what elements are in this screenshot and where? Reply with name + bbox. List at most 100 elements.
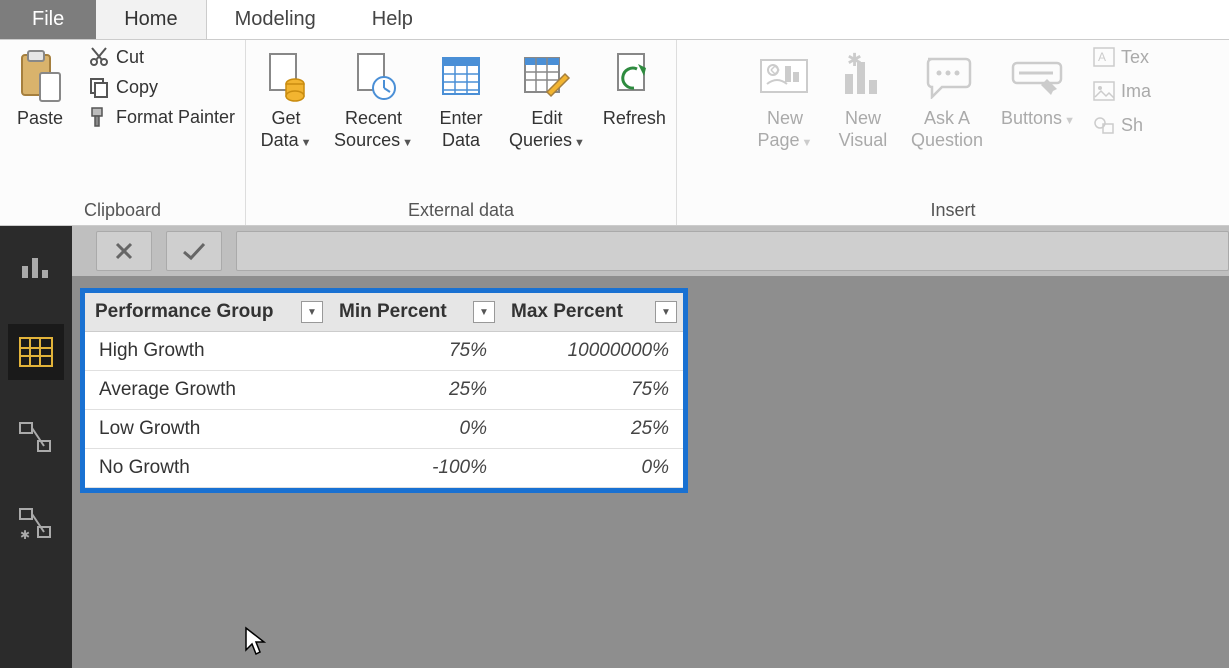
data-table: Performance Group ▼ Min Percent ▼ Max Pe… bbox=[80, 288, 688, 493]
enter-data-label: Enter Data bbox=[439, 108, 482, 151]
copy-label: Copy bbox=[116, 77, 158, 98]
copy-icon bbox=[88, 76, 110, 98]
column-header-max-label: Max Percent bbox=[511, 301, 623, 322]
refresh-button[interactable]: Refresh bbox=[603, 46, 666, 130]
side-nav: ✱ bbox=[0, 226, 72, 668]
new-page-icon bbox=[757, 46, 813, 106]
menu-file[interactable]: File bbox=[0, 0, 96, 39]
new-page-label: New Page bbox=[758, 108, 803, 150]
cell-min: 75% bbox=[329, 332, 501, 371]
model-view-alt-button[interactable]: ✱ bbox=[8, 496, 64, 552]
scissors-icon bbox=[88, 46, 110, 68]
cell-max: 10000000% bbox=[501, 332, 683, 371]
get-data-button[interactable]: Get Data▼ bbox=[256, 46, 316, 151]
cell-group: Low Growth bbox=[85, 410, 329, 449]
formula-cancel-button[interactable] bbox=[96, 231, 152, 271]
edit-queries-icon bbox=[521, 46, 573, 106]
table-row[interactable]: Low Growth 0% 25% bbox=[85, 410, 683, 449]
format-painter-button[interactable]: Format Painter bbox=[88, 106, 235, 128]
buttons-button[interactable]: Buttons▼ bbox=[1001, 46, 1075, 130]
text-box-icon: A bbox=[1093, 46, 1115, 68]
external-data-group-label: External data bbox=[408, 196, 514, 223]
image-icon bbox=[1093, 80, 1115, 102]
formula-commit-button[interactable] bbox=[166, 231, 222, 271]
ribbon: Paste Cut Copy bbox=[0, 40, 1229, 226]
column-filter-dropdown[interactable]: ▼ bbox=[473, 301, 495, 323]
svg-text:✱: ✱ bbox=[20, 528, 30, 541]
menu-home[interactable]: Home bbox=[96, 0, 206, 39]
cell-min: 0% bbox=[329, 410, 501, 449]
canvas-area: Performance Group ▼ Min Percent ▼ Max Pe… bbox=[72, 226, 1229, 668]
format-painter-label: Format Painter bbox=[116, 107, 235, 128]
cut-button[interactable]: Cut bbox=[88, 46, 235, 68]
paste-button[interactable]: Paste bbox=[10, 46, 70, 130]
new-visual-button[interactable]: ✱ New Visual bbox=[833, 46, 893, 151]
chat-bubble-icon bbox=[922, 46, 972, 106]
copy-button[interactable]: Copy bbox=[88, 76, 235, 98]
shapes-label: Sh bbox=[1121, 115, 1143, 136]
column-header-min-percent[interactable]: Min Percent ▼ bbox=[329, 293, 501, 332]
formula-bar bbox=[72, 226, 1229, 276]
new-page-button[interactable]: New Page▼ bbox=[755, 46, 815, 151]
cell-max: 25% bbox=[501, 410, 683, 449]
cell-max: 0% bbox=[501, 449, 683, 488]
formula-input[interactable] bbox=[236, 231, 1229, 271]
text-box-label: Tex bbox=[1121, 47, 1149, 68]
column-header-group-label: Performance Group bbox=[95, 301, 273, 322]
recent-sources-button[interactable]: Recent Sources▼ bbox=[334, 46, 413, 151]
recent-sources-icon bbox=[350, 46, 398, 106]
chevron-down-icon: ▼ bbox=[574, 137, 585, 149]
button-icon bbox=[1009, 46, 1067, 106]
chevron-down-icon: ▼ bbox=[1064, 115, 1075, 127]
paintbrush-icon bbox=[88, 106, 110, 128]
ask-question-label: Ask A Question bbox=[911, 108, 983, 151]
enter-data-button[interactable]: Enter Data bbox=[431, 46, 491, 151]
cell-group: Average Growth bbox=[85, 371, 329, 410]
cell-group: High Growth bbox=[85, 332, 329, 371]
column-header-max-percent[interactable]: Max Percent ▼ bbox=[501, 293, 683, 332]
cursor-icon bbox=[244, 626, 268, 663]
data-view-button[interactable] bbox=[8, 324, 64, 380]
ribbon-group-external-data: Get Data▼ Recent Sources▼ Enter Data Edi… bbox=[246, 40, 677, 225]
new-visual-label: New Visual bbox=[839, 108, 888, 151]
workspace: ✱ Performance Group ▼ bbox=[0, 226, 1229, 668]
menu-help[interactable]: Help bbox=[344, 0, 441, 39]
report-view-button[interactable] bbox=[8, 238, 64, 294]
new-visual-icon: ✱ bbox=[839, 46, 887, 106]
paste-label: Paste bbox=[17, 108, 63, 130]
image-label: Ima bbox=[1121, 81, 1151, 102]
edit-queries-button[interactable]: Edit Queries▼ bbox=[509, 46, 585, 151]
enter-data-icon bbox=[437, 46, 485, 106]
ribbon-group-clipboard: Paste Cut Copy bbox=[0, 40, 246, 225]
buttons-label: Buttons bbox=[1001, 108, 1062, 128]
text-box-button[interactable]: A Tex bbox=[1093, 46, 1151, 68]
chevron-down-icon: ▼ bbox=[802, 137, 813, 149]
menu-bar: File Home Modeling Help bbox=[0, 0, 1229, 40]
table-row[interactable]: Average Growth 25% 75% bbox=[85, 371, 683, 410]
chevron-down-icon: ▼ bbox=[301, 137, 312, 149]
ask-question-button[interactable]: Ask A Question bbox=[911, 46, 983, 151]
clipboard-group-label: Clipboard bbox=[84, 196, 161, 223]
cell-max: 75% bbox=[501, 371, 683, 410]
column-filter-dropdown[interactable]: ▼ bbox=[301, 301, 323, 323]
cell-group: No Growth bbox=[85, 449, 329, 488]
edit-queries-label: Edit Queries bbox=[509, 108, 572, 150]
cell-min: 25% bbox=[329, 371, 501, 410]
column-header-min-label: Min Percent bbox=[339, 301, 447, 322]
column-filter-dropdown[interactable]: ▼ bbox=[655, 301, 677, 323]
insert-group-label: Insert bbox=[930, 196, 975, 223]
refresh-label: Refresh bbox=[603, 108, 666, 130]
get-data-icon bbox=[262, 46, 310, 106]
model-view-button[interactable] bbox=[8, 410, 64, 466]
refresh-icon bbox=[610, 46, 658, 106]
column-header-performance-group[interactable]: Performance Group ▼ bbox=[85, 293, 329, 332]
table-row[interactable]: No Growth -100% 0% bbox=[85, 449, 683, 488]
svg-text:A: A bbox=[1098, 50, 1106, 64]
ribbon-group-insert: New Page▼ ✱ New Visual Ask A Question Bu… bbox=[677, 40, 1229, 225]
table-row[interactable]: High Growth 75% 10000000% bbox=[85, 332, 683, 371]
image-button[interactable]: Ima bbox=[1093, 80, 1151, 102]
cut-label: Cut bbox=[116, 47, 144, 68]
get-data-label: Get Data bbox=[261, 108, 301, 150]
shapes-button[interactable]: Sh bbox=[1093, 114, 1151, 136]
menu-modeling[interactable]: Modeling bbox=[207, 0, 344, 39]
